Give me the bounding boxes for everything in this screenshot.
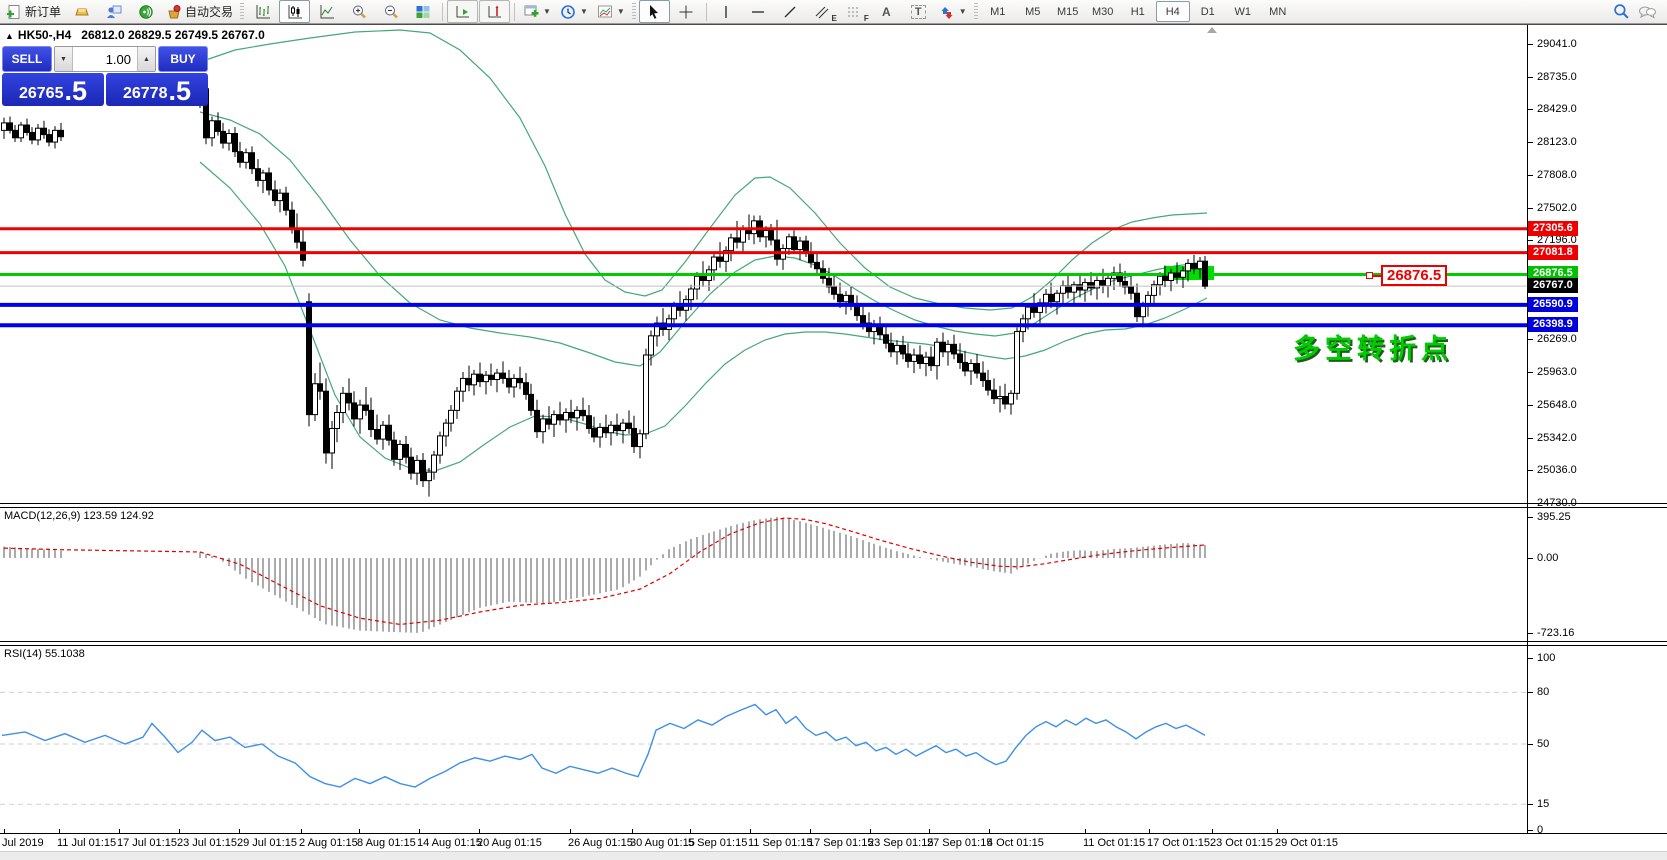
time-tick-mark bbox=[989, 829, 990, 833]
time-tick-label: 8 Aug 01:15 bbox=[357, 837, 416, 849]
time-tick-label: 5 Sep 01:15 bbox=[688, 837, 747, 849]
time-tick-label: 4 Oct 01:15 bbox=[987, 837, 1044, 849]
time-tick-mark bbox=[690, 829, 691, 833]
time-tick-mark bbox=[810, 829, 811, 833]
time-tick-label: 20 Aug 01:15 bbox=[477, 837, 542, 849]
time-tick-mark bbox=[632, 829, 633, 833]
time-tick-mark bbox=[929, 829, 930, 833]
time-tick-label: 17 Jul 01:15 bbox=[117, 837, 177, 849]
time-tick-mark bbox=[59, 829, 60, 833]
time-tick-label: 11 Sep 01:15 bbox=[748, 837, 813, 849]
time-tick-label: 23 Sep 01:15 bbox=[868, 837, 933, 849]
time-tick-mark bbox=[1149, 829, 1150, 833]
time-tick-label: 29 Oct 01:15 bbox=[1275, 837, 1338, 849]
time-tick-label: 11 Jul 01:15 bbox=[57, 837, 116, 849]
time-tick-mark bbox=[479, 829, 480, 833]
time-tick-mark bbox=[359, 829, 360, 833]
time-tick-label: 26 Aug 01:15 bbox=[568, 837, 633, 849]
time-tick-mark bbox=[570, 829, 571, 833]
time-tick-mark bbox=[870, 829, 871, 833]
bottom-strip bbox=[0, 851, 1667, 860]
time-tick-label: 29 Jul 01:15 bbox=[237, 837, 297, 849]
time-tick-mark bbox=[419, 829, 420, 833]
time-tick-mark bbox=[1212, 829, 1213, 833]
time-tick-mark bbox=[301, 829, 302, 833]
time-axis: Jul 2019 11 Jul 01:1517 Jul 01:1523 Jul 0… bbox=[0, 0, 1667, 860]
time-tick-mark bbox=[179, 829, 180, 833]
time-tick-label: 23 Oct 01:15 bbox=[1210, 837, 1273, 849]
time-tick-mark bbox=[239, 829, 240, 833]
time-tick-mark bbox=[4, 829, 5, 833]
time-tick-label: 11 Oct 01:15 bbox=[1083, 837, 1145, 849]
time-tick-label: 2 Aug 01:15 bbox=[299, 837, 358, 849]
time-tick-label: 14 Aug 01:15 bbox=[417, 837, 482, 849]
time-tick-label: 30 Aug 01:15 bbox=[630, 837, 695, 849]
mt4-window: 新订单 自动交易 bbox=[0, 0, 1667, 860]
time-tick-label: Jul 2019 bbox=[2, 837, 44, 849]
time-tick-label: 17 Sep 01:15 bbox=[808, 837, 873, 849]
time-tick-mark bbox=[750, 829, 751, 833]
time-tick-mark bbox=[119, 829, 120, 833]
time-tick-mark bbox=[1085, 829, 1086, 833]
time-tick-label: 17 Oct 01:15 bbox=[1147, 837, 1210, 849]
time-tick-label: 23 Jul 01:15 bbox=[177, 837, 237, 849]
time-tick-label: 27 Sep 01:15 bbox=[927, 837, 992, 849]
time-tick-mark bbox=[1277, 829, 1278, 833]
